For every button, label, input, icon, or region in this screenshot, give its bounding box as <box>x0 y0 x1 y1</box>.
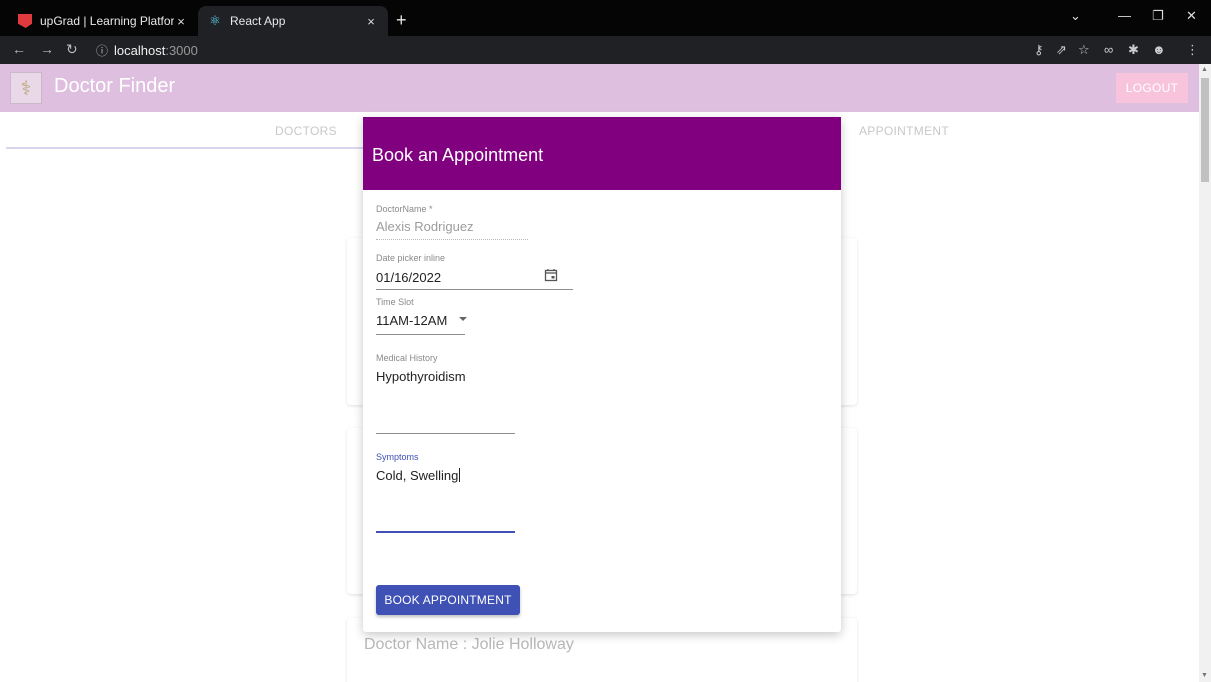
symptoms-textarea[interactable]: Cold, Swelling <box>376 468 461 483</box>
incognito-extension-icon[interactable]: ∞ <box>1104 42 1113 57</box>
doctor-name-underline <box>376 239 528 240</box>
forward-icon[interactable]: → <box>40 41 54 57</box>
browser-tab-react-app[interactable]: ⚛ React App × <box>198 6 388 36</box>
tab-appointment[interactable]: APPOINTMENT <box>859 124 949 138</box>
bookmark-star-icon[interactable]: ☆ <box>1078 42 1090 58</box>
react-favicon-icon: ⚛ <box>209 13 221 28</box>
book-appointment-modal: Book an Appointment DoctorName * Alexis … <box>363 117 841 632</box>
symptoms-label: Symptoms <box>376 452 419 462</box>
restore-icon[interactable]: ❐ <box>1152 8 1164 24</box>
close-tab-icon[interactable]: × <box>174 14 188 29</box>
url-host: localhost <box>114 42 166 58</box>
dropdown-arrow-icon[interactable] <box>459 317 467 321</box>
extensions-puzzle-icon[interactable]: ✱ <box>1128 42 1139 58</box>
text-cursor <box>459 468 461 482</box>
scroll-down-icon[interactable]: ▼ <box>1201 672 1208 679</box>
browser-toolbar: ← → ↻ ⓘ localhost:3000 ⚷ ⇗ ☆ ∞ ✱ ☻ ⋮ <box>0 36 1211 64</box>
back-icon[interactable]: ← <box>12 41 26 57</box>
book-appointment-button[interactable]: BOOK APPOINTMENT <box>376 585 520 615</box>
scrollbar-thumb[interactable] <box>1201 78 1209 182</box>
time-slot-select[interactable]: 11AM-12AM <box>376 313 447 328</box>
key-icon[interactable]: ⚷ <box>1034 42 1044 58</box>
logout-button[interactable]: LOGOUT <box>1116 73 1188 103</box>
medical-history-underline <box>376 433 515 434</box>
share-icon[interactable]: ⇗ <box>1056 42 1067 58</box>
browser-tab-bar: upGrad | Learning Platform × ⚛ React App… <box>0 0 1211 36</box>
tab-doctors[interactable]: DOCTORS <box>275 124 337 138</box>
upgrad-favicon-icon <box>18 14 32 28</box>
tab-search-icon[interactable]: ⌄ <box>1070 8 1081 24</box>
app-header: ⚕ Doctor Finder LOGOUT <box>0 64 1199 112</box>
browser-tab-title: React App <box>230 14 286 28</box>
symptoms-underline <box>376 531 515 533</box>
browser-tab-title: upGrad | Learning Platform <box>40 14 174 28</box>
minimize-icon[interactable]: — <box>1118 8 1131 23</box>
app-title: Doctor Finder <box>54 75 176 97</box>
caduceus-logo-icon: ⚕ <box>10 72 42 104</box>
calendar-icon[interactable] <box>544 268 558 282</box>
new-tab-button[interactable]: + <box>396 10 407 30</box>
browser-tab-upgrad[interactable]: upGrad | Learning Platform × <box>8 6 198 36</box>
profile-avatar-icon[interactable]: ☻ <box>1152 42 1166 57</box>
url-port: :3000 <box>165 42 198 58</box>
medical-history-label: Medical History <box>376 353 438 363</box>
site-info-icon[interactable]: ⓘ <box>96 42 108 59</box>
browser-menu-icon[interactable]: ⋮ <box>1186 42 1199 58</box>
window-close-icon[interactable]: ✕ <box>1186 8 1197 24</box>
address-bar[interactable]: ⓘ localhost:3000 <box>88 39 1028 61</box>
time-slot-label: Time Slot <box>376 297 414 307</box>
date-picker-label: Date picker inline <box>376 253 446 263</box>
reload-icon[interactable]: ↻ <box>66 41 78 58</box>
doctor-name-text: Doctor Name : Jolie Holloway <box>364 636 574 653</box>
symptoms-text: Cold, Swelling <box>376 468 459 483</box>
date-picker-underline <box>376 289 573 290</box>
medical-history-textarea[interactable]: Hypothyroidism <box>376 369 466 384</box>
doctor-name-field: Alexis Rodriguez <box>376 219 474 234</box>
date-picker-input[interactable]: 01/16/2022 <box>376 270 441 285</box>
page-scrollbar[interactable]: ▲ ▼ <box>1199 64 1211 682</box>
modal-title: Book an Appointment <box>372 145 544 165</box>
close-tab-icon[interactable]: × <box>364 14 378 29</box>
scroll-up-icon[interactable]: ▲ <box>1201 66 1208 73</box>
doctor-name-label: DoctorName * <box>376 204 433 214</box>
time-slot-underline <box>376 334 465 335</box>
modal-header: Book an Appointment <box>363 117 841 190</box>
